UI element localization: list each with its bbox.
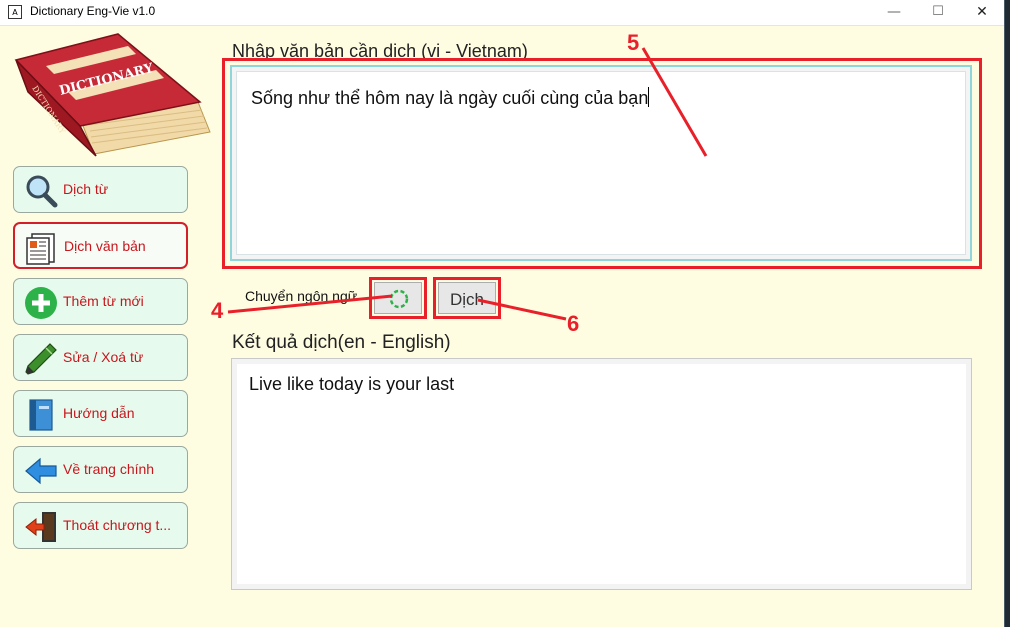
annotation-number-6: 6 — [567, 311, 580, 336]
annotation-number-5: 5 — [627, 30, 640, 55]
annotation-line-5 — [641, 47, 708, 157]
app-window: A Dictionary Eng-Vie v1.0 — ☐ ✕ DICTIONA… — [0, 0, 1005, 627]
annotation-overlay — [227, 47, 708, 321]
annotation-number-4: 4 — [211, 298, 224, 323]
annotation-line-4 — [227, 294, 393, 314]
annotation-line-6 — [477, 298, 567, 321]
